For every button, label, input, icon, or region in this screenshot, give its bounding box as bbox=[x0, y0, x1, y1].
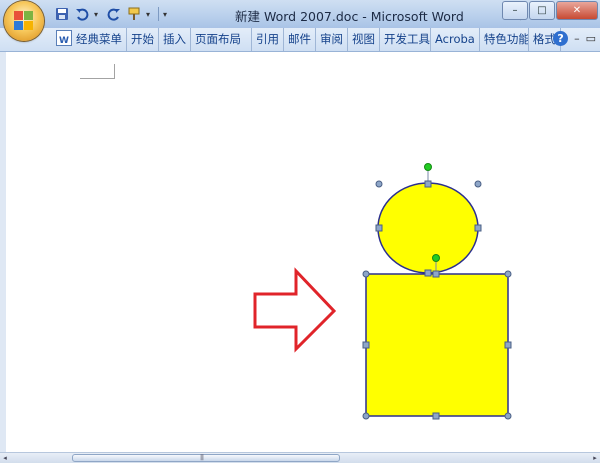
circle-resize-handle[interactable] bbox=[424, 269, 432, 277]
horizontal-scrollbar[interactable]: ◂ ||| ▸ bbox=[0, 452, 600, 463]
square-resize-handle[interactable] bbox=[362, 270, 370, 278]
right-arrow-shape[interactable] bbox=[253, 267, 337, 353]
circle-shape[interactable] bbox=[377, 182, 479, 274]
scrollbar-grip-icon: ||| bbox=[200, 454, 204, 461]
circle-resize-handle[interactable] bbox=[424, 180, 432, 188]
square-resize-handle[interactable] bbox=[432, 412, 440, 420]
scrollbar-thumb[interactable] bbox=[72, 454, 340, 462]
office-button[interactable] bbox=[4, 1, 44, 41]
circle-resize-handle[interactable] bbox=[474, 224, 482, 232]
square-resize-handle[interactable] bbox=[432, 270, 440, 278]
drawing-canvas bbox=[253, 163, 512, 420]
circle-resize-handle[interactable] bbox=[375, 224, 383, 232]
circle-resize-handle[interactable] bbox=[375, 180, 383, 188]
square-rotate-handle[interactable] bbox=[432, 254, 440, 262]
square-resize-handle[interactable] bbox=[362, 412, 370, 420]
square-resize-handle[interactable] bbox=[504, 270, 512, 278]
square-resize-handle[interactable] bbox=[362, 341, 370, 349]
circle-rotate-handle[interactable] bbox=[424, 163, 432, 171]
square-resize-handle[interactable] bbox=[504, 341, 512, 349]
office-logo-icon bbox=[14, 11, 34, 31]
circle-resize-handle[interactable] bbox=[474, 180, 482, 188]
square-shape[interactable] bbox=[365, 273, 509, 417]
square-resize-handle[interactable] bbox=[504, 412, 512, 420]
